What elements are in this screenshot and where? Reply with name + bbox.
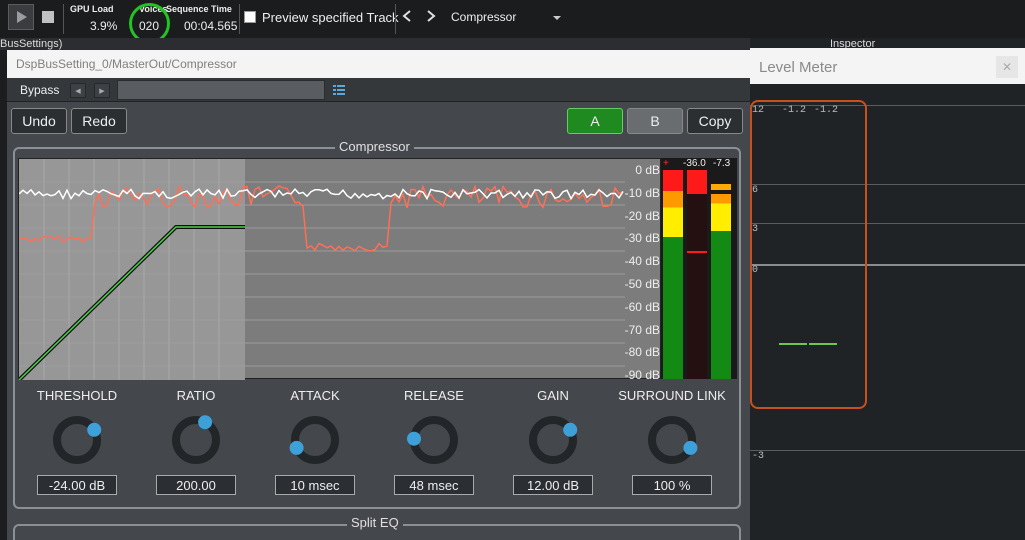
bus-settings-tab[interactable]: BusSettings) (0, 38, 62, 50)
knob[interactable] (47, 410, 107, 470)
knob[interactable] (523, 410, 583, 470)
meter-readout-2: -7.3 (713, 158, 731, 169)
knob-handle[interactable] (683, 440, 698, 455)
background-strip: BusSettings) (0, 38, 805, 50)
copy-button[interactable]: Copy (687, 108, 743, 134)
b-button[interactable]: B (627, 108, 683, 134)
grid-line (750, 450, 1025, 451)
db-label: -20 dB (624, 209, 660, 223)
compressor-title: Compressor (335, 139, 414, 154)
arrow-right-icon: ▶ (99, 87, 105, 95)
compressor-window: DspBusSetting_0/MasterOut/Compressor Byp… (7, 50, 750, 540)
knob-label: RATIO (176, 388, 216, 403)
sequence-time-value: 00:04.565 (184, 19, 238, 33)
reduction-meter (687, 170, 707, 379)
db-label: -80 dB (624, 345, 660, 359)
gpu-load-label: GPU Load (70, 4, 114, 14)
knob-label: GAIN (537, 388, 569, 403)
knob[interactable] (404, 410, 464, 470)
db-label: -70 dB (624, 323, 660, 337)
sequence-time-label: Sequence Time (166, 4, 232, 14)
db-label-column: 0 dB -10 dB -20 dB -30 dB -40 dB -50 dB -60 dB… (625, 159, 662, 382)
bypass-slider[interactable] (117, 80, 325, 100)
meter-strip: + -36.0 -7.3 (661, 158, 737, 379)
knob[interactable] (166, 410, 226, 470)
transfer-curve (19, 226, 245, 380)
window-path: DspBusSetting_0/MasterOut/Compressor (7, 50, 750, 78)
bypass-next-button[interactable]: ▶ (94, 83, 110, 98)
list-icon[interactable] (332, 83, 346, 97)
knob-value-field[interactable]: 200.00 (156, 475, 236, 495)
highlight-rectangle (750, 100, 867, 409)
reduction-meter-top (687, 170, 707, 194)
level-meter-window: Inspector Level Meter ✕ 12 6 3 0 -3 -1.2… (750, 38, 1025, 540)
knob-label: ATTACK (290, 388, 340, 403)
clip-indicator: + (663, 158, 669, 169)
knob-label: RELEASE (404, 388, 464, 403)
db-label: -40 dB (624, 254, 660, 268)
divider (395, 4, 396, 34)
level-meter-title: Level Meter (750, 48, 1025, 84)
close-button[interactable]: ✕ (996, 56, 1018, 78)
a-button[interactable]: A (567, 108, 623, 134)
knob-label: SURROUND LINK (618, 388, 726, 403)
db-label: -90 dB (624, 368, 660, 382)
gpu-load-value: 3.9% (90, 19, 118, 33)
knob[interactable] (642, 410, 702, 470)
graph-canvas (19, 159, 625, 380)
knob-handle[interactable] (198, 415, 213, 430)
db-label: -10 dB (624, 186, 660, 200)
preview-checkbox[interactable] (244, 11, 256, 23)
bypass-prev-button[interactable]: ◀ (70, 83, 86, 98)
play-icon (17, 11, 27, 23)
output-meter (711, 184, 731, 379)
divider (239, 4, 240, 34)
play-button[interactable] (8, 4, 34, 30)
knob-handle[interactable] (407, 431, 421, 446)
preview-label: Preview specified Track (262, 10, 399, 25)
input-meter (663, 170, 683, 379)
knob-label: THRESHOLD (36, 388, 118, 403)
knob-value-field[interactable]: 12.00 dB (513, 475, 593, 495)
knob-handle[interactable] (87, 422, 102, 437)
next-track-button[interactable] (424, 6, 440, 26)
bypass-row: Bypass ◀ ▶ (7, 78, 750, 102)
db-label: 0 dB (635, 163, 660, 177)
knob-value-field[interactable]: 10 msec (275, 475, 355, 495)
stop-button[interactable] (42, 11, 54, 23)
close-icon: ✕ (1001, 60, 1013, 74)
split-eq-title: Split EQ (347, 515, 403, 530)
chevron-right-icon (427, 10, 436, 22)
db-label: -30 dB (624, 231, 660, 245)
bypass-label: Bypass (20, 83, 60, 97)
knob-handle[interactable] (289, 440, 304, 455)
divider (63, 4, 64, 34)
knob[interactable] (285, 410, 345, 470)
knob-value-field[interactable]: 48 msec (394, 475, 474, 495)
db-label: -60 dB (624, 300, 660, 314)
track-select[interactable]: Compressor (444, 5, 570, 29)
prev-track-button[interactable] (400, 6, 416, 26)
db-label: -50 dB (624, 277, 660, 291)
tick-label: -3 (752, 451, 765, 462)
reduction-peak (687, 251, 707, 253)
knob-value-field[interactable]: -24.00 dB (37, 475, 117, 495)
redo-button[interactable]: Redo (71, 108, 127, 134)
knob-track (291, 416, 339, 464)
compressor-graph: 0 dB -10 dB -20 dB -30 dB -40 dB -50 dB -60 dB… (18, 158, 662, 382)
chevron-left-icon (402, 10, 411, 22)
undo-button[interactable]: Undo (11, 108, 67, 134)
track-select-value: Compressor (451, 10, 517, 24)
top-toolbar: GPU Load 3.9% Voices Sequence Time 020 0… (0, 0, 1025, 44)
transfer-curve-outline (19, 225, 245, 380)
knob-handle[interactable] (563, 422, 578, 437)
chevron-down-icon (553, 16, 561, 20)
meter-readout-1: -36.0 (683, 158, 706, 169)
arrow-left-icon: ◀ (75, 87, 81, 95)
knob-track (648, 416, 696, 464)
knob-value-field[interactable]: 100 % (632, 475, 712, 495)
knob-row: THRESHOLD -24.00 dB RATIO 200.00 ATTACK 10 ms… (17, 388, 737, 498)
